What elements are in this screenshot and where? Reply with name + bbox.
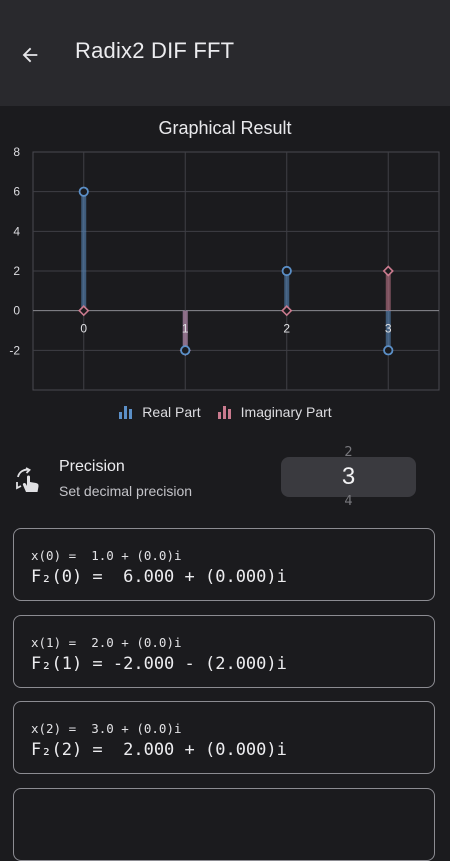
result-output: F₂(2) = 2.000 + (0.000)i	[31, 740, 287, 760]
legend-label-imaginary: Imaginary Part	[240, 404, 332, 420]
precision-title: Precision	[59, 458, 125, 475]
chart-legend: Real Part Imaginary Part	[0, 404, 450, 420]
result-output: F₂(0) = 6.000 + (0.000)i	[31, 567, 287, 587]
page-title: Radix2 DIF FFT	[75, 38, 235, 63]
bar-chart-icon	[217, 406, 231, 419]
y-tick-label: 4	[13, 224, 20, 238]
x-tick-label: 3	[385, 322, 392, 336]
result-card: x(1) = 2.0 + (0.0)i F₂(1) = -2.000 - (2.…	[13, 615, 435, 688]
y-tick-label: 2	[13, 264, 20, 278]
legend-item-imaginary[interactable]: Imaginary Part	[217, 404, 332, 420]
legend-item-real[interactable]: Real Part	[118, 404, 201, 420]
imag-marker	[281, 305, 293, 317]
chart-title: Graphical Result	[158, 118, 292, 138]
precision-setting: Precision Set decimal precision 2 3 4	[0, 445, 450, 516]
real-marker	[180, 345, 191, 356]
picker-next-value[interactable]: 4	[281, 494, 416, 509]
real-marker	[383, 345, 394, 356]
x-tick-label: 2	[283, 322, 290, 336]
swipe-gesture-icon	[16, 467, 39, 492]
real-stem	[284, 271, 290, 311]
y-tick-label: 8	[13, 145, 20, 159]
x-tick-label: 0	[80, 322, 87, 336]
real-marker	[281, 265, 292, 277]
result-card: x(0) = 1.0 + (0.0)i F₂(0) = 6.000 + (0.0…	[13, 528, 435, 601]
picker-current-value: 3	[341, 463, 356, 490]
x-tick-label: 1	[182, 322, 189, 336]
back-button[interactable]	[14, 39, 46, 71]
result-input: x(0) = 1.0 + (0.0)i	[31, 548, 182, 563]
bar-chart-icon	[119, 406, 133, 419]
precision-subtitle: Set decimal precision	[59, 483, 193, 499]
fft-stem-chart: 8 6 4 2 0 -2 0 1 2 3	[9, 145, 440, 391]
result-input: x(1) = 2.0 + (0.0)i	[31, 635, 182, 650]
y-tick-label: -2	[9, 343, 20, 357]
imag-marker	[78, 305, 90, 317]
y-tick-label: 0	[13, 304, 20, 318]
real-stem	[81, 191, 87, 311]
imag-marker	[382, 265, 394, 277]
arrow-back-icon	[22, 47, 38, 63]
app-bar: Radix2 DIF FFT	[0, 0, 450, 106]
result-input: x(2) = 3.0 + (0.0)i	[31, 721, 182, 736]
result-output: F₂(1) = -2.000 - (2.000)i	[31, 654, 287, 674]
legend-label-real: Real Part	[142, 404, 201, 420]
result-card	[13, 788, 435, 861]
result-card: x(2) = 3.0 + (0.0)i F₂(2) = 2.000 + (0.0…	[13, 701, 435, 774]
precision-picker[interactable]: 3	[281, 457, 416, 497]
imag-stem	[385, 271, 391, 311]
y-tick-label: 6	[13, 185, 20, 199]
real-marker	[78, 186, 89, 197]
